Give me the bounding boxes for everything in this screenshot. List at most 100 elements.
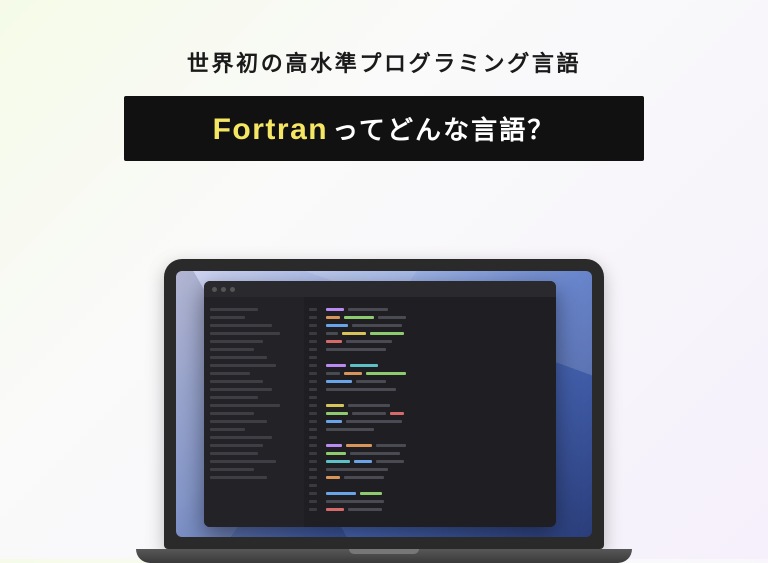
code-token	[348, 308, 388, 311]
sidebar-line	[210, 428, 245, 431]
code-token	[346, 420, 402, 423]
code-token	[326, 364, 346, 367]
code-token	[326, 388, 396, 391]
line-number	[309, 452, 317, 455]
code-line	[326, 420, 552, 423]
code-line	[326, 364, 552, 367]
line-number	[309, 484, 317, 487]
sidebar-line	[210, 444, 263, 447]
line-number	[309, 468, 317, 471]
line-number	[309, 348, 317, 351]
code-line	[326, 396, 552, 399]
laptop-base	[136, 549, 632, 563]
line-number	[309, 332, 317, 335]
sidebar-line	[210, 364, 276, 367]
code-token	[326, 476, 340, 479]
sidebar-line	[210, 396, 258, 399]
code-token	[390, 412, 404, 415]
code-token	[326, 308, 344, 311]
code-line	[326, 372, 552, 375]
sidebar-line	[210, 388, 272, 391]
line-number	[309, 396, 317, 399]
code-token	[326, 444, 342, 447]
code-token	[326, 420, 342, 423]
window-dot	[230, 287, 235, 292]
code-token	[326, 332, 338, 335]
code-token	[326, 492, 356, 495]
editor-body	[204, 297, 556, 527]
line-number	[309, 388, 317, 391]
code-token	[326, 452, 346, 455]
sidebar-line	[210, 476, 267, 479]
line-number	[309, 308, 317, 311]
code-token	[350, 452, 400, 455]
code-line	[326, 508, 552, 511]
sidebar-line	[210, 436, 272, 439]
code-token	[326, 428, 374, 431]
code-line	[326, 388, 552, 391]
code-token	[376, 444, 406, 447]
code-line	[326, 332, 552, 335]
code-token	[326, 412, 348, 415]
sidebar-line	[210, 316, 245, 319]
code-line	[326, 484, 552, 487]
window-dot	[212, 287, 217, 292]
code-token	[346, 444, 372, 447]
code-line	[326, 412, 552, 415]
code-token	[326, 316, 340, 319]
code-token	[378, 316, 406, 319]
line-number	[309, 324, 317, 327]
code-line	[326, 452, 552, 455]
code-line	[326, 428, 552, 431]
code-line	[326, 308, 552, 311]
code-token	[346, 340, 392, 343]
code-token	[344, 316, 374, 319]
code-line	[326, 348, 552, 351]
code-line	[326, 324, 552, 327]
sidebar-line	[210, 468, 254, 471]
window-dot	[221, 287, 226, 292]
code-line	[326, 444, 552, 447]
editor-sidebar	[204, 297, 304, 527]
code-token	[326, 500, 384, 503]
sidebar-line	[210, 460, 276, 463]
line-number	[309, 500, 317, 503]
editor-gutter	[304, 297, 322, 527]
line-number	[309, 460, 317, 463]
code-token	[376, 460, 404, 463]
laptop-illustration	[164, 259, 604, 559]
line-number	[309, 428, 317, 431]
code-token	[350, 364, 378, 367]
sidebar-line	[210, 348, 254, 351]
line-number	[309, 492, 317, 495]
code-token	[326, 468, 388, 471]
desktop-wallpaper	[176, 271, 592, 537]
code-token	[326, 404, 344, 407]
sidebar-line	[210, 308, 258, 311]
sidebar-line	[210, 452, 258, 455]
code-line	[326, 436, 552, 439]
sidebar-line	[210, 356, 267, 359]
line-number	[309, 404, 317, 407]
code-token	[354, 460, 372, 463]
sidebar-line	[210, 420, 267, 423]
line-number	[309, 476, 317, 479]
title-rest: ってどんな言語？	[332, 115, 555, 145]
code-token	[326, 372, 340, 375]
code-token	[326, 508, 344, 511]
code-token	[326, 324, 348, 327]
code-token	[342, 332, 366, 335]
code-token	[352, 324, 402, 327]
code-token	[344, 372, 362, 375]
editor-code-area	[322, 297, 556, 527]
line-number	[309, 380, 317, 383]
code-token	[326, 348, 386, 351]
code-token	[360, 492, 382, 495]
code-line	[326, 468, 552, 471]
sidebar-line	[210, 412, 254, 415]
code-token	[370, 332, 404, 335]
line-number	[309, 412, 317, 415]
sidebar-line	[210, 340, 263, 343]
laptop-bezel	[164, 259, 604, 549]
code-line	[326, 316, 552, 319]
